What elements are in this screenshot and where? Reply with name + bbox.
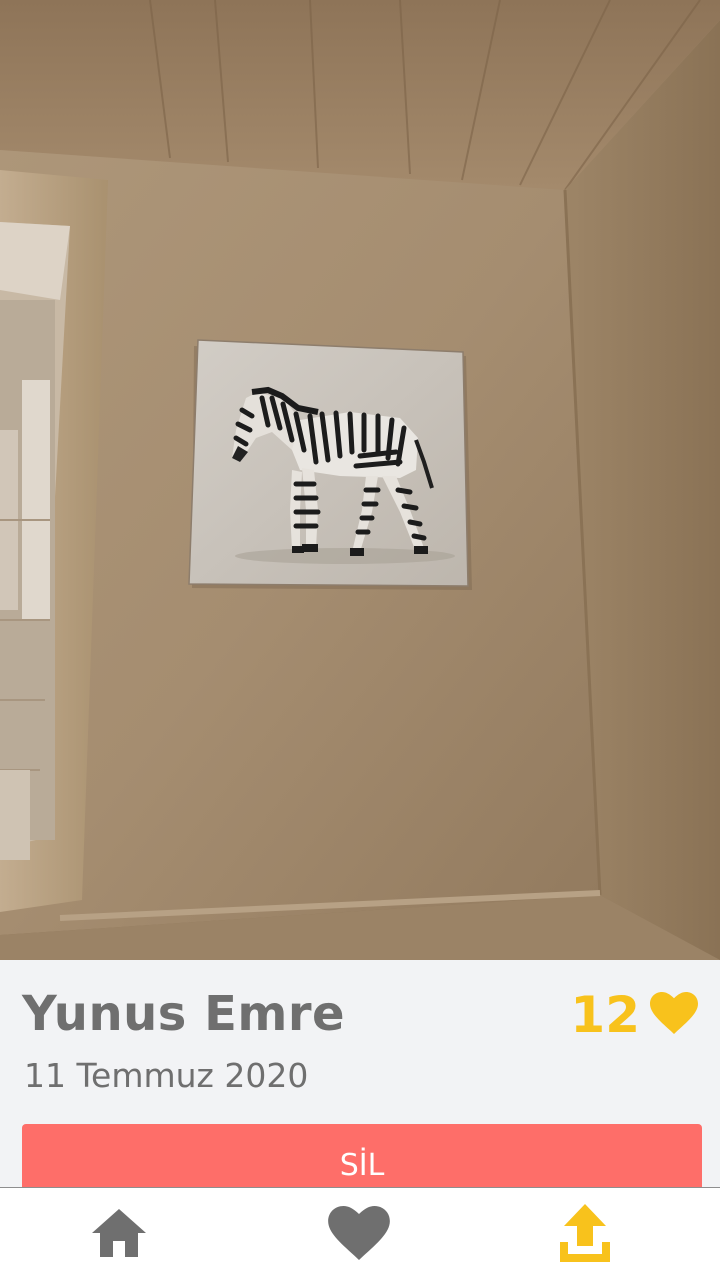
nav-upload-button[interactable]: [550, 1202, 620, 1268]
post-date: 11 Temmuz 2020: [24, 1056, 309, 1095]
home-icon: [90, 1207, 148, 1263]
heart-icon[interactable]: [650, 992, 698, 1038]
like-counter[interactable]: 12: [570, 986, 698, 1044]
nav-favorites-button[interactable]: [324, 1202, 394, 1268]
delete-button[interactable]: SİL: [22, 1124, 702, 1188]
author-name: Yunus Emre: [22, 986, 346, 1042]
heart-icon: [328, 1206, 390, 1264]
post-photo: [0, 0, 720, 960]
upload-icon: [558, 1202, 612, 1268]
screen: Yunus Emre 11 Temmuz 2020 12 SİL: [0, 0, 720, 1280]
bottom-nav: [0, 1187, 720, 1280]
nav-home-button[interactable]: [84, 1202, 154, 1268]
likes-count: 12: [570, 986, 640, 1044]
room-image: [0, 0, 720, 960]
